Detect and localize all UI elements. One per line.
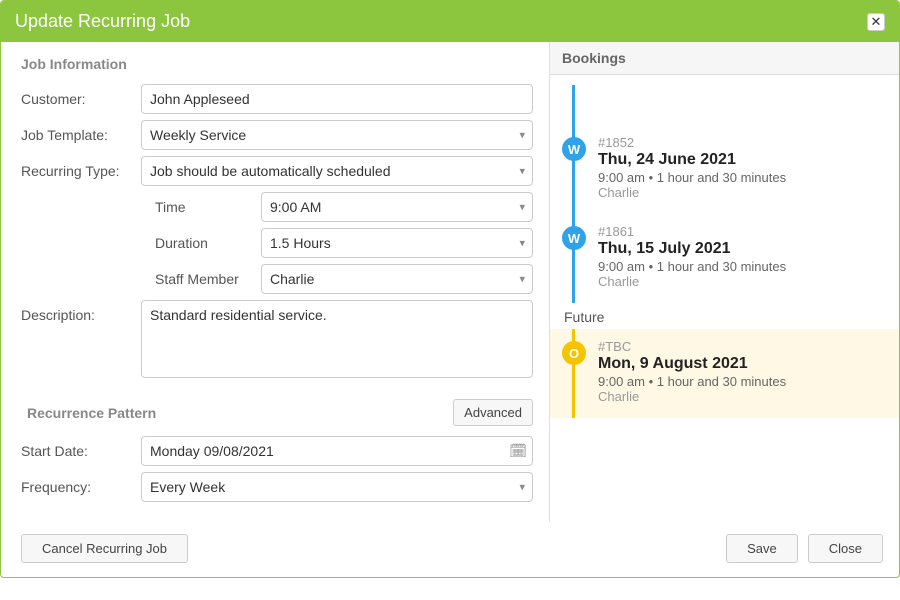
customer-input[interactable] (141, 84, 533, 114)
booking-item[interactable]: W #1861 Thu, 15 July 2021 9:00 am • 1 ho… (550, 214, 899, 303)
booking-badge-icon: W (562, 137, 586, 161)
template-select[interactable] (141, 120, 533, 150)
bookings-header: Bookings (550, 42, 899, 75)
template-row: Job Template: ▾ (21, 120, 533, 150)
booking-item-future[interactable]: O #TBC Mon, 9 August 2021 9:00 am • 1 ho… (550, 329, 899, 418)
bookings-panel: Bookings W #1852 Thu, 24 June 2021 9:00 … (549, 42, 899, 522)
time-select[interactable] (261, 192, 533, 222)
dialog-footer: Cancel Recurring Job Save Close (1, 522, 899, 577)
booking-details: 9:00 am • 1 hour and 30 minutes (598, 374, 885, 389)
frequency-select[interactable] (141, 472, 533, 502)
booking-details: 9:00 am • 1 hour and 30 minutes (598, 259, 885, 274)
dialog-titlebar: Update Recurring Job ✕ (1, 1, 899, 42)
left-panel: Job Information Customer: Job Template: … (1, 42, 549, 522)
recurring-type-row: Recurring Type: ▾ (21, 156, 533, 186)
save-button[interactable]: Save (726, 534, 798, 563)
close-button[interactable]: ✕ (867, 13, 885, 31)
booking-jobno: #TBC (598, 339, 885, 354)
dialog-title: Update Recurring Job (15, 11, 190, 32)
time-row: Time ▾ (21, 192, 533, 222)
booking-staff: Charlie (598, 185, 885, 200)
recurring-type-select[interactable] (141, 156, 533, 186)
booking-jobno: #1861 (598, 224, 885, 239)
booking-badge-icon: O (562, 341, 586, 365)
description-row: Description: Standard residential servic… (21, 300, 533, 381)
booking-item[interactable]: W #1852 Thu, 24 June 2021 9:00 am • 1 ho… (550, 125, 899, 214)
advanced-button[interactable]: Advanced (453, 399, 533, 426)
duration-label: Duration (141, 228, 261, 251)
recurrence-header: Recurrence Pattern (27, 405, 156, 421)
recurring-type-label: Recurring Type: (21, 156, 141, 179)
timeline-spacer (550, 85, 899, 125)
description-textarea[interactable]: Standard residential service. (141, 300, 533, 378)
description-label: Description: (21, 300, 141, 323)
staff-label: Staff Member (141, 264, 261, 287)
timeline-line (572, 85, 575, 125)
booking-date: Thu, 24 June 2021 (598, 151, 885, 169)
bookings-timeline: W #1852 Thu, 24 June 2021 9:00 am • 1 ho… (550, 75, 899, 418)
start-date-label: Start Date: (21, 436, 141, 459)
staff-select[interactable] (261, 264, 533, 294)
frequency-row: Frequency: ▾ (21, 472, 533, 502)
customer-label: Customer: (21, 84, 141, 107)
frequency-label: Frequency: (21, 472, 141, 495)
job-info-header: Job Information (21, 56, 533, 72)
booking-details: 9:00 am • 1 hour and 30 minutes (598, 170, 885, 185)
customer-row: Customer: (21, 84, 533, 114)
booking-badge-icon: W (562, 226, 586, 250)
start-date-input[interactable] (141, 436, 533, 466)
booking-date: Thu, 15 July 2021 (598, 240, 885, 258)
booking-staff: Charlie (598, 389, 885, 404)
dialog-content: Job Information Customer: Job Template: … (1, 42, 899, 522)
booking-staff: Charlie (598, 274, 885, 289)
booking-date: Mon, 9 August 2021 (598, 355, 885, 373)
close-dialog-button[interactable]: Close (808, 534, 883, 563)
footer-right: Save Close (726, 534, 883, 563)
staff-row: Staff Member ▾ (21, 264, 533, 294)
recurrence-header-row: Recurrence Pattern Advanced (21, 399, 533, 426)
start-date-row: Start Date: 🗓 (21, 436, 533, 466)
cancel-recurring-job-button[interactable]: Cancel Recurring Job (21, 534, 188, 563)
booking-jobno: #1852 (598, 135, 885, 150)
time-label: Time (141, 192, 261, 215)
duration-row: Duration ▾ (21, 228, 533, 258)
future-divider: Future (550, 303, 899, 329)
update-recurring-job-dialog: Update Recurring Job ✕ Job Information C… (0, 0, 900, 578)
template-label: Job Template: (21, 120, 141, 143)
duration-select[interactable] (261, 228, 533, 258)
